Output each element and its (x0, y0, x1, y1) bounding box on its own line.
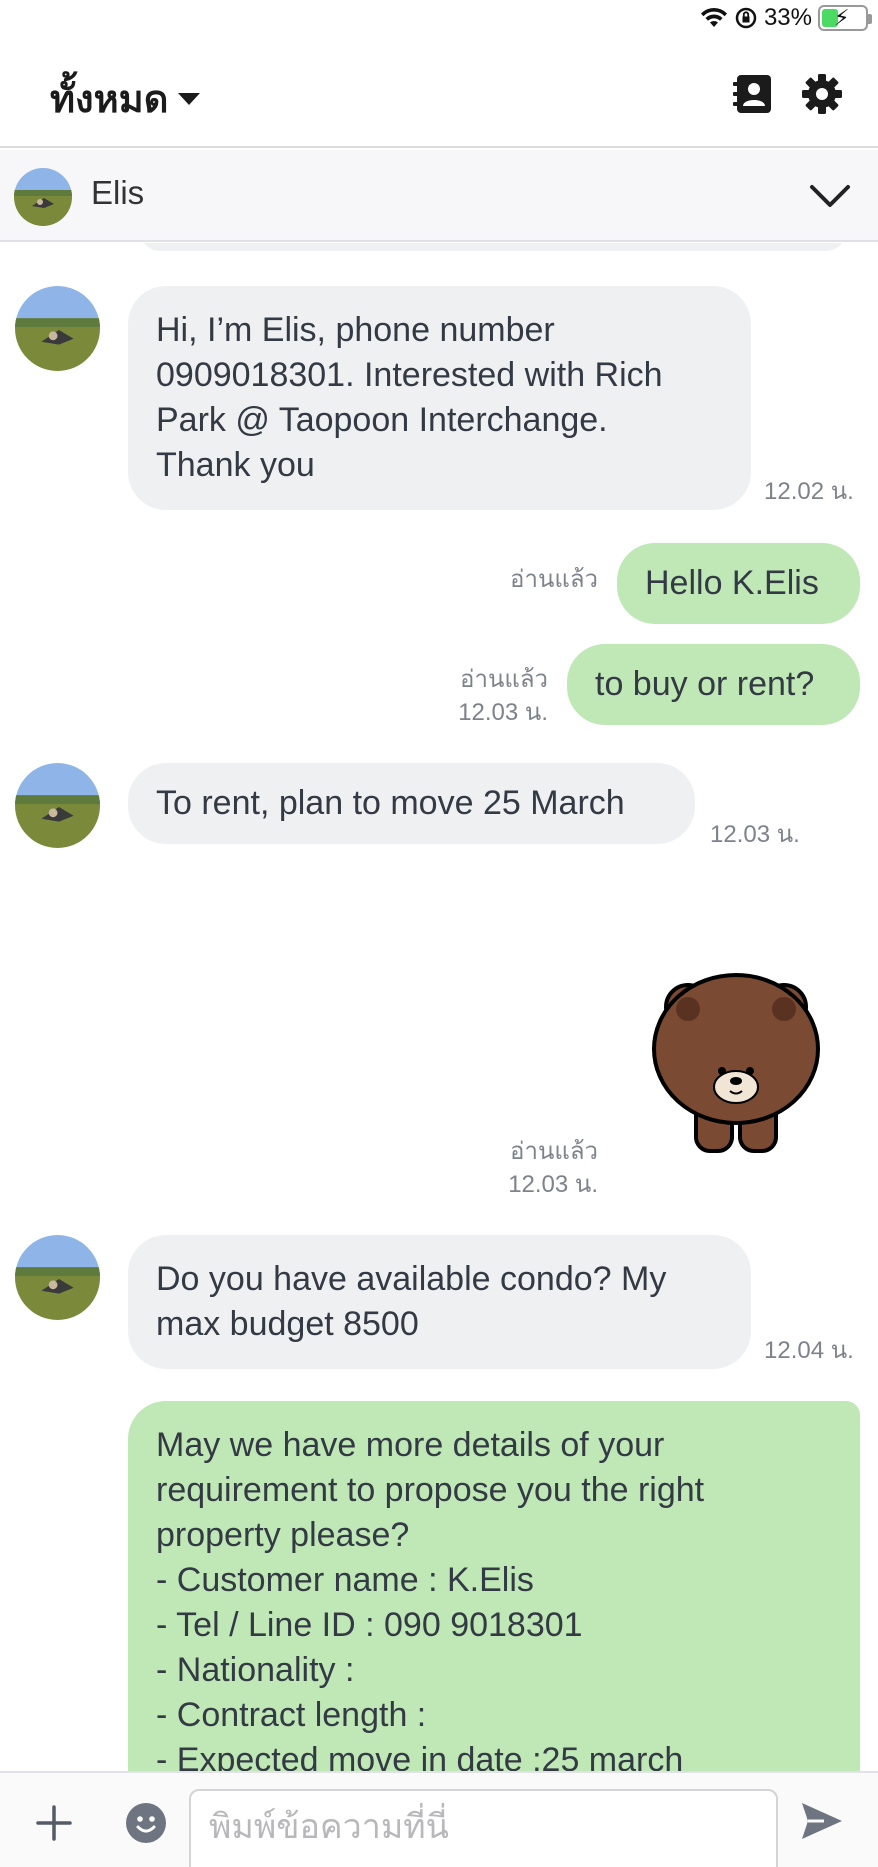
message-list[interactable]: Hi, I’m Elis, phone number 0909018301. I… (0, 243, 878, 1771)
filter-label: ทั้งหมด (50, 79, 169, 121)
message-bubble-incoming[interactable]: To rent, plan to move 25 March (128, 763, 695, 844)
emoji-icon[interactable] (126, 1803, 166, 1843)
message-text: - Contract length : (156, 1696, 427, 1734)
message-text: - Expected move in date :25 march (156, 1741, 684, 1771)
message-bubble-incoming[interactable]: Do you have available condo? My max budg… (128, 1235, 751, 1369)
contacts-icon[interactable] (731, 72, 775, 116)
gear-icon[interactable] (800, 72, 844, 116)
message-text: requirement to propose you the right (156, 1471, 705, 1509)
chat-filter-dropdown[interactable]: ทั้งหมด (50, 68, 201, 129)
read-receipt: อ่านแล้ว (510, 566, 598, 593)
message-bubble-incoming[interactable]: Hi, I’m Elis, phone number 0909018301. I… (128, 286, 751, 510)
message-meta: อ่านแล้ว 12.03 น. (508, 1135, 598, 1201)
message-text: Do you have available condo? My (156, 1260, 667, 1298)
battery-charging-icon: ⚡ (818, 5, 872, 31)
message-input[interactable] (191, 1791, 776, 1863)
battery-percentage: 33% (763, 4, 812, 31)
message-bubble-outgoing[interactable]: May we have more details of your require… (128, 1401, 860, 1771)
message-time: 12.03 น. (710, 821, 800, 848)
read-receipt: อ่านแล้ว (510, 1138, 598, 1165)
message-text: - Nationality : (156, 1651, 355, 1689)
message-text: Thank you (156, 446, 315, 484)
message-text: max budget 8500 (156, 1305, 419, 1343)
message-text: 0909018301. Interested with Rich (156, 356, 663, 394)
message-text: to buy or rent? (595, 665, 815, 703)
avatar[interactable] (14, 168, 72, 226)
chat-name: Elis (91, 174, 145, 211)
message-meta: อ่านแล้ว 12.03 น. (458, 663, 548, 729)
avatar[interactable] (15, 286, 100, 371)
plus-icon[interactable] (34, 1803, 74, 1843)
chevron-down-icon[interactable] (810, 176, 850, 216)
message-text: Hi, I’m Elis, phone number (156, 311, 555, 349)
status-indicators: 33% ⚡ (700, 4, 872, 32)
brown-bear-sticker[interactable] (646, 963, 826, 1163)
message-bubble-outgoing[interactable]: to buy or rent? (567, 644, 860, 725)
message-text: To rent, plan to move 25 March (156, 784, 625, 822)
read-receipt: อ่านแล้ว (460, 666, 548, 693)
message-text: May we have more details of your (156, 1426, 665, 1464)
message-text: - Tel / Line ID : 090 9018301 (156, 1606, 583, 1644)
message-text: - Customer name : K.Elis (156, 1561, 534, 1599)
previous-message-bubble (140, 243, 846, 251)
chat-header-bar[interactable]: Elis (0, 150, 878, 242)
avatar[interactable] (15, 763, 100, 848)
message-time: 12.03 น. (508, 1171, 598, 1198)
message-time: 12.04 น. (764, 1337, 854, 1364)
message-text: Hello K.Elis (645, 564, 819, 602)
header: ทั้งหมด (0, 40, 878, 148)
caret-down-icon (178, 92, 201, 105)
chat-screen: 33% ⚡ ทั้งหมด Elis Hi, I’m Elis, phone n… (0, 0, 878, 1867)
status-bar: 33% ⚡ (0, 0, 878, 40)
wifi-icon (700, 7, 727, 27)
message-text: Park @ Taopoon Interchange. (156, 401, 608, 439)
send-icon[interactable] (800, 1801, 844, 1841)
message-input-box[interactable] (189, 1789, 778, 1867)
rotation-lock-icon (735, 7, 757, 29)
message-bubble-outgoing[interactable]: Hello K.Elis (617, 543, 860, 624)
message-time: 12.03 น. (458, 699, 548, 726)
avatar[interactable] (15, 1235, 100, 1320)
message-text: property please? (156, 1516, 410, 1554)
message-composer (0, 1771, 878, 1867)
message-time: 12.02 น. (764, 478, 854, 505)
